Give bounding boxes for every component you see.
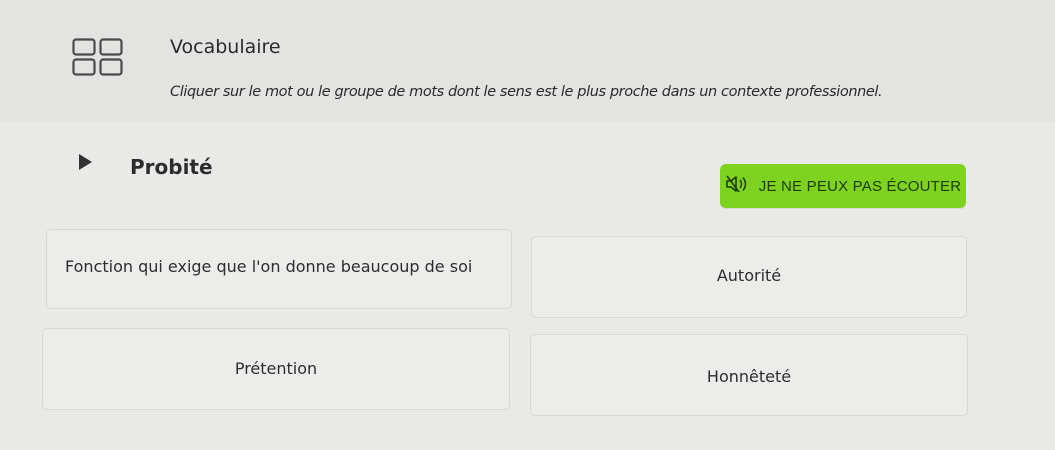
answer-option-label: Honnêteté <box>706 366 792 386</box>
exercise-header: Vocabulaire Cliquer sur le mot ou le gro… <box>0 0 1055 122</box>
grid-icon <box>72 38 124 76</box>
answer-option-4[interactable]: Honnêteté <box>530 334 968 416</box>
instruction-text: Cliquer sur le mot ou le groupe de mots … <box>170 84 883 100</box>
section-title: Vocabulaire <box>170 36 281 58</box>
cant-listen-label: JE NE PEUX PAS ÉCOUTER <box>758 177 962 195</box>
answer-option-3[interactable]: Prétention <box>42 328 510 410</box>
speaker-muted-icon <box>725 174 751 198</box>
answer-option-2[interactable]: Autorité <box>531 236 967 318</box>
play-triangle-icon <box>77 153 93 175</box>
answer-option-label: Fonction qui exige que l'on donne beauco… <box>65 256 473 276</box>
answer-option-1[interactable]: Fonction qui exige que l'on donne beauco… <box>46 229 512 309</box>
play-audio-button[interactable] <box>70 154 100 174</box>
answer-option-label: Autorité <box>716 265 782 285</box>
cant-listen-button[interactable]: JE NE PEUX PAS ÉCOUTER <box>720 164 966 208</box>
answer-option-label: Prétention <box>234 358 318 378</box>
question-word: Probité <box>130 155 213 179</box>
